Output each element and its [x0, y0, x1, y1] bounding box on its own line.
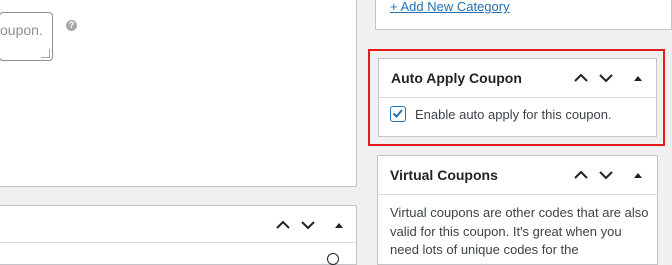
checkmark-icon	[392, 109, 403, 118]
chevron-up-icon[interactable]	[573, 71, 589, 85]
panel-header: Auto Apply Coupon	[379, 59, 656, 98]
panel-header: Virtual Coupons	[378, 156, 657, 195]
coupon-description-textarea[interactable]: oupon.	[0, 12, 53, 61]
clock-icon	[327, 253, 339, 265]
auto-apply-option: Enable auto apply for this coupon.	[390, 106, 612, 122]
resize-grip[interactable]	[41, 49, 50, 58]
coupon-data-panel	[0, 205, 357, 265]
panel-divider	[0, 242, 356, 243]
auto-apply-checkbox[interactable]	[390, 106, 406, 122]
virtual-coupons-panel: Virtual Coupons Virtual coupons are othe…	[377, 155, 658, 265]
chevron-up-icon[interactable]	[275, 218, 291, 232]
chevron-down-icon[interactable]	[598, 71, 614, 85]
auto-apply-label[interactable]: Enable auto apply for this coupon.	[415, 107, 612, 122]
triangle-up-icon[interactable]	[633, 168, 649, 182]
panel-title: Virtual Coupons	[390, 167, 498, 183]
auto-apply-coupon-panel: Auto Apply Coupon Enable auto apply for …	[378, 58, 657, 137]
chevron-up-icon[interactable]	[573, 168, 589, 182]
panel-title: Auto Apply Coupon	[391, 70, 522, 86]
coupon-categories-panel: + Add New Category	[375, 0, 672, 30]
chevron-down-icon[interactable]	[300, 218, 316, 232]
help-icon[interactable]: ?	[66, 20, 77, 31]
virtual-coupons-description: Virtual coupons are other codes that are…	[390, 205, 649, 257]
triangle-up-icon[interactable]	[334, 218, 350, 232]
add-new-category-link[interactable]: + Add New Category	[390, 0, 510, 14]
coupon-main-panel	[0, 0, 357, 187]
triangle-up-icon[interactable]	[633, 71, 649, 85]
coupon-description-text: oupon.	[0, 22, 43, 38]
chevron-down-icon[interactable]	[598, 168, 614, 182]
